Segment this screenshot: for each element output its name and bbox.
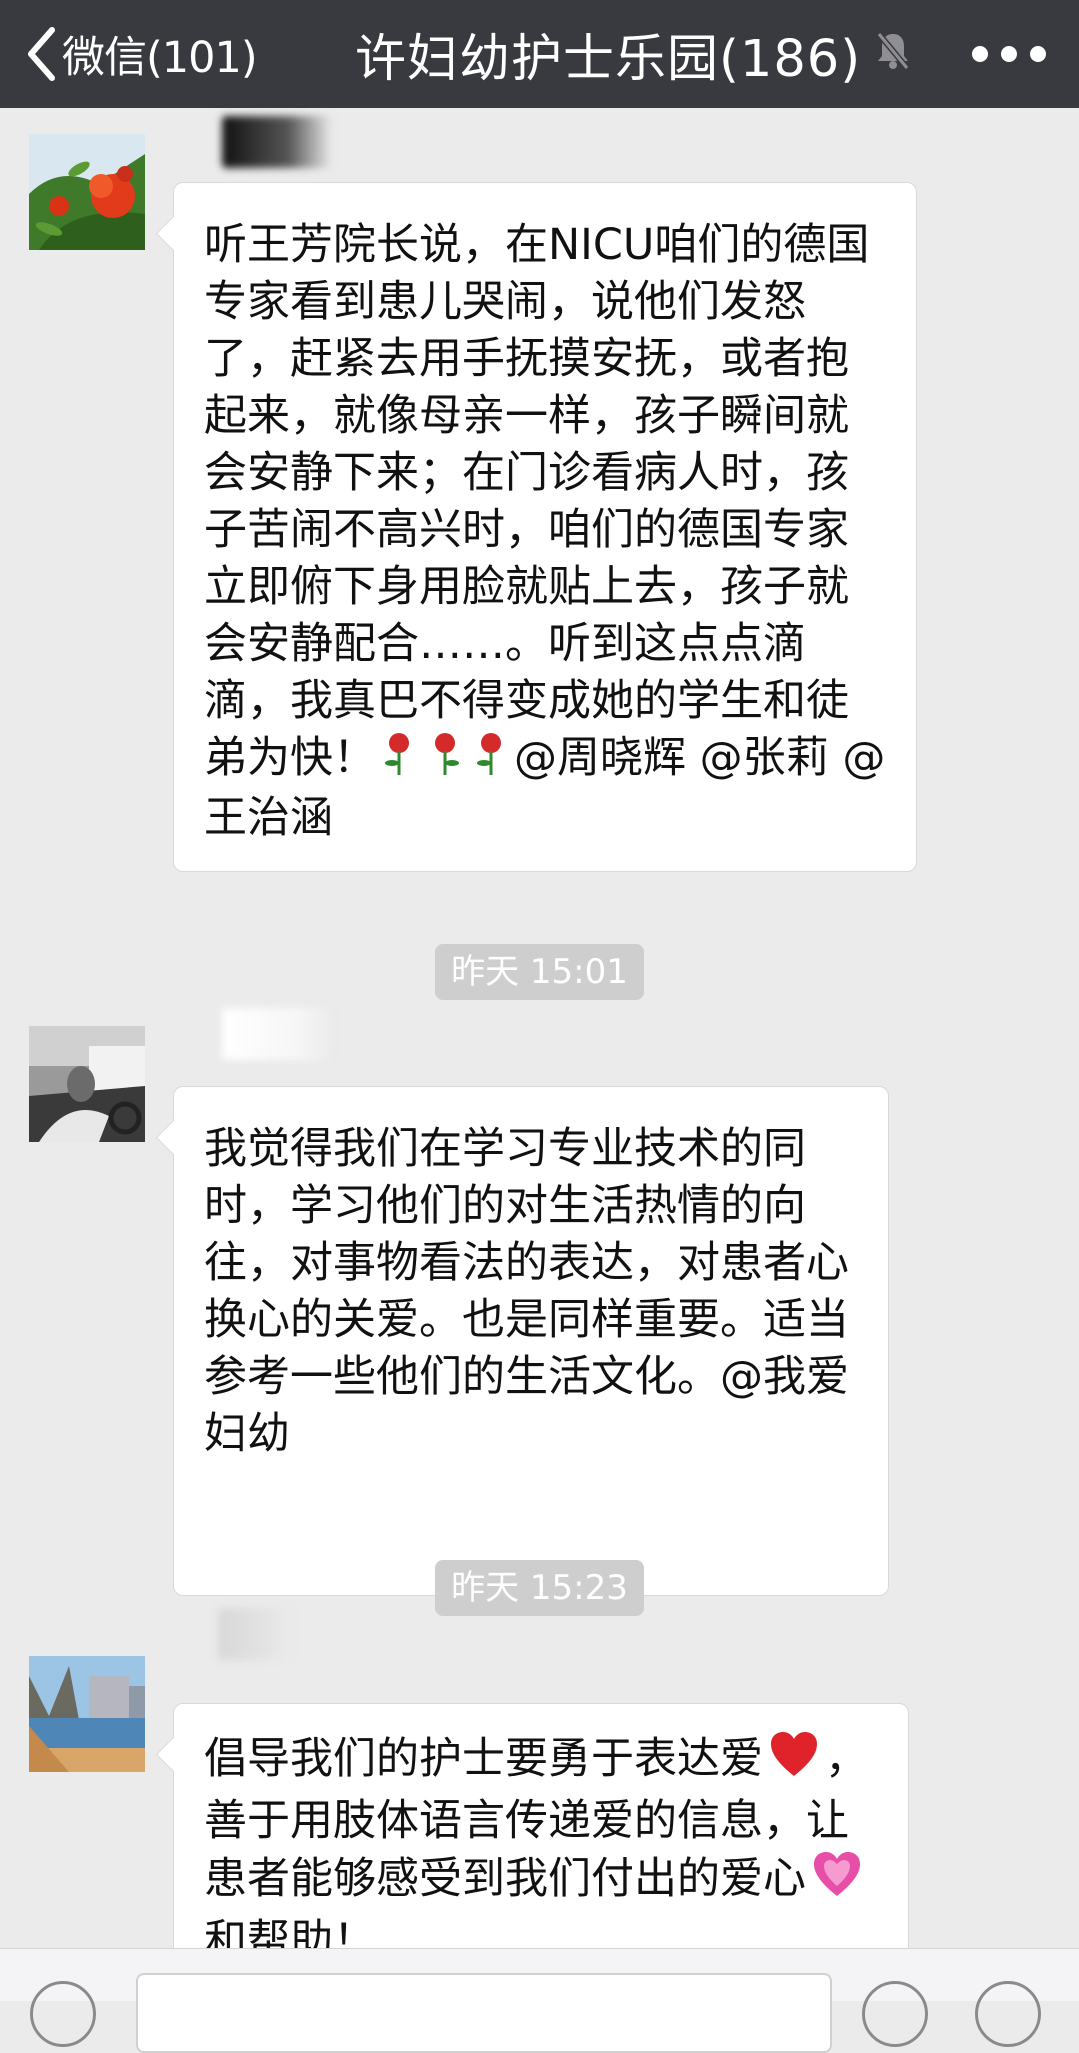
bell-muted-icon bbox=[876, 32, 910, 70]
message-bubble[interactable]: 倡导我们的护士要勇于表达爱 ，善于用肢体语言传递爱的信息，让患者能够感受到我们付出… bbox=[173, 1703, 909, 1966]
more-button[interactable] bbox=[972, 30, 1046, 78]
input-bar bbox=[0, 1948, 1079, 2053]
emoji-button[interactable] bbox=[862, 1981, 928, 2047]
message-bubble[interactable]: 听王芳院长说，在NICU咱们的德国专家看到患儿哭闹，说他们发怒了，赶紧去用手抚摸… bbox=[173, 182, 917, 872]
flower-avatar-image bbox=[29, 134, 145, 250]
avatar[interactable] bbox=[29, 134, 145, 250]
red-heart-icon bbox=[769, 1730, 819, 1793]
avatar[interactable] bbox=[29, 1656, 145, 1772]
sender-name-blurred bbox=[222, 116, 332, 168]
back-label: 微信(101) bbox=[62, 33, 258, 83]
timestamp: 昨天 15:01 bbox=[0, 944, 1079, 1000]
sender-name-blurred bbox=[218, 1608, 292, 1660]
river-avatar-image bbox=[29, 1656, 145, 1772]
timestamp: 昨天 15:23 bbox=[0, 1560, 1079, 1616]
voice-button[interactable] bbox=[30, 1981, 96, 2047]
rose-icon bbox=[474, 731, 508, 790]
message-text: 听王芳院长说，在NICU咱们的德国专家看到患儿哭闹，说他们发怒了，赶紧去用手抚摸… bbox=[204, 220, 870, 783]
pink-heart-icon bbox=[812, 1850, 862, 1913]
avatar[interactable] bbox=[29, 1026, 145, 1142]
chevron-left-icon bbox=[28, 27, 55, 81]
back-button[interactable]: 微信(101) bbox=[26, 18, 258, 90]
message-list[interactable]: 听王芳院长说，在NICU咱们的德国专家看到患儿哭闹，说他们发怒了，赶紧去用手抚摸… bbox=[0, 108, 1079, 1966]
car-avatar-image bbox=[29, 1026, 145, 1142]
message-bubble[interactable]: 我觉得我们在学习专业技术的同时，学习他们的对生活热情的向往，对事物看法的表达，对… bbox=[173, 1086, 889, 1596]
ellipsis-icon bbox=[972, 46, 988, 62]
sender-name-blurred bbox=[222, 1008, 332, 1060]
plus-button[interactable] bbox=[975, 1981, 1041, 2047]
chat-title: 许妇幼护士乐园(186) bbox=[355, 30, 862, 89]
rose-icon bbox=[382, 731, 416, 790]
message-input[interactable] bbox=[136, 1973, 832, 2053]
chat-header: 微信(101) 许妇幼护士乐园(186) bbox=[0, 0, 1079, 108]
message-text: 倡导我们的护士要勇于表达爱 bbox=[204, 1734, 763, 1784]
message-text: 我觉得我们在学习专业技术的同时，学习他们的对生活热情的向往，对事物看法的表达，对… bbox=[204, 1124, 849, 1459]
rose-icon bbox=[428, 731, 462, 790]
